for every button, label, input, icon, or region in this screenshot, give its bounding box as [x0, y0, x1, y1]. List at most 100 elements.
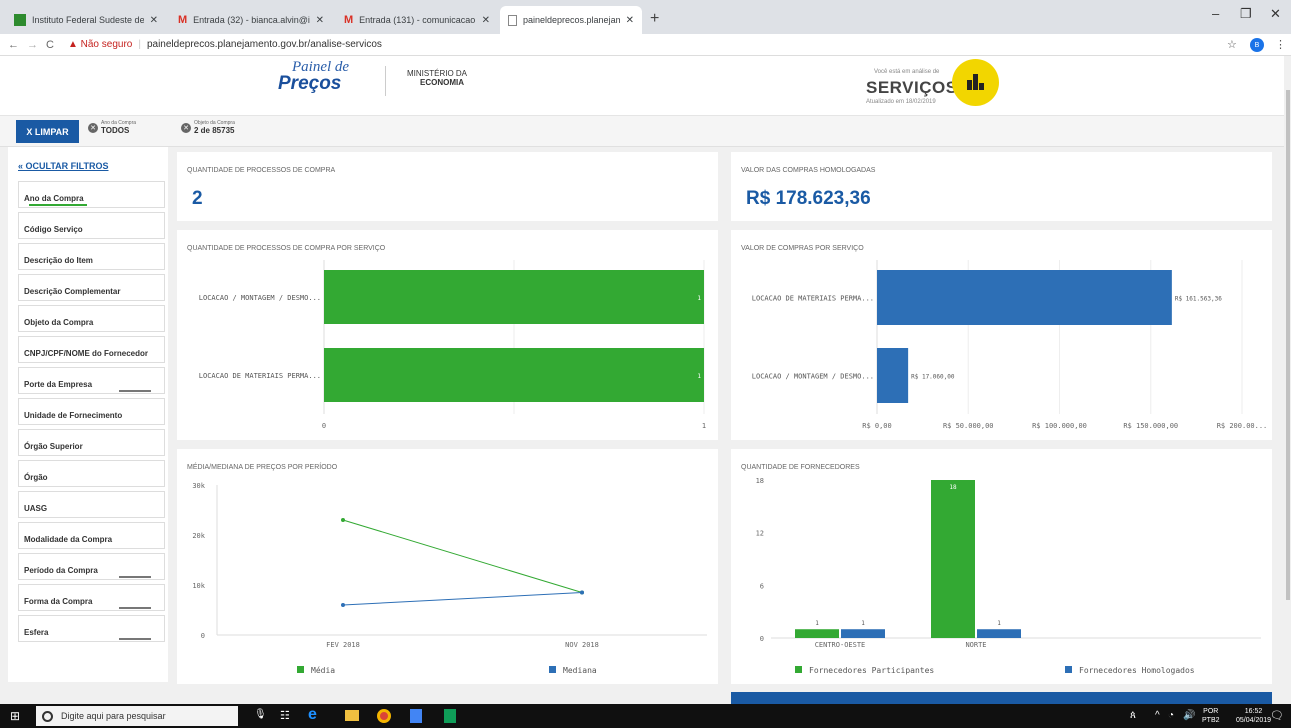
- filter-item[interactable]: Forma da Compra: [18, 584, 165, 611]
- back-arrow-icon[interactable]: ←: [8, 39, 19, 51]
- filter-item[interactable]: Esfera: [18, 615, 165, 642]
- updated-date: Atualizado em 18/02/2019: [866, 99, 936, 105]
- kpi-card-valor: VALOR DAS COMPRAS HOMOLOGADAS R$ 178.623…: [731, 152, 1272, 221]
- data-label: 1: [815, 620, 819, 627]
- security-label: Não seguro: [80, 39, 133, 50]
- services-caption: Você está em análise de: [874, 69, 940, 75]
- reload-icon[interactable]: C: [46, 39, 54, 51]
- filter-item[interactable]: Objeto da Compra: [18, 305, 165, 332]
- menu-dots-icon[interactable]: ⋮: [1275, 38, 1286, 51]
- new-tab-button[interactable]: +: [650, 10, 659, 28]
- mic-icon[interactable]: 🎙: [254, 709, 267, 720]
- browser-tab[interactable]: Instituto Federal Sudeste de Min ✕: [6, 6, 166, 34]
- bookmark-star-icon[interactable]: ☆: [1227, 38, 1237, 51]
- browser-tab[interactable]: M Entrada (32) - bianca.alvin@ifsud ✕: [170, 6, 332, 34]
- task-view-icon[interactable]: ☷: [280, 709, 290, 722]
- filter-item[interactable]: Descrição do Item: [18, 243, 165, 270]
- network-icon[interactable]: ◔: [1168, 710, 1174, 721]
- close-tab-icon[interactable]: ✕: [626, 15, 634, 26]
- data-label: 1: [997, 620, 1001, 627]
- filter-item[interactable]: Código Serviço: [18, 212, 165, 239]
- filter-item[interactable]: Modalidade da Compra: [18, 522, 165, 549]
- browser-tab[interactable]: M Entrada (131) - comunicacao.bar ✕: [336, 6, 498, 34]
- docs-icon[interactable]: [410, 709, 422, 723]
- close-tab-icon[interactable]: ✕: [482, 15, 490, 26]
- header-divider: [385, 66, 386, 96]
- filter-item-label: Descrição Complementar: [24, 287, 121, 296]
- bar: [931, 480, 975, 638]
- category-label: LOCACAO / MONTAGEM / DESMO...: [199, 294, 321, 302]
- notifications-icon[interactable]: 🗨: [1270, 709, 1284, 722]
- x-tick-label: R$ 100.000,00: [1032, 422, 1087, 430]
- filter-item[interactable]: Porte da Empresa: [18, 367, 165, 394]
- filter-item[interactable]: Período da Compra: [18, 553, 165, 580]
- maximize-window-icon[interactable]: ❐: [1240, 6, 1252, 22]
- y-tick-label: 12: [756, 530, 764, 538]
- people-icon[interactable]: ጰ: [1130, 710, 1136, 721]
- filter-item[interactable]: UASG: [18, 491, 165, 518]
- data-point: [341, 518, 345, 522]
- url-field[interactable]: paineldeprecos.planejamento.gov.br/anali…: [147, 39, 382, 50]
- close-tab-icon[interactable]: ✕: [150, 15, 158, 26]
- browser-tab-active[interactable]: paineldeprecos.planejamento.go ✕: [500, 6, 642, 34]
- filter-item[interactable]: Unidade de Fornecimento: [18, 398, 165, 425]
- filter-chip-objeto[interactable]: ✕ Objeto da Compra 2 de 85735: [181, 120, 235, 135]
- legend-label: Mediana: [563, 666, 597, 675]
- chart-title: MÉDIA/MEDIANA DE PREÇOS POR PERÍODO: [187, 464, 338, 471]
- y-tick-label: 0: [201, 632, 205, 640]
- filter-chip-ano[interactable]: ✕ Ano da Compra TODOS: [88, 120, 136, 135]
- sheets-icon[interactable]: [444, 709, 456, 723]
- scrollbar-thumb[interactable]: [1286, 90, 1290, 600]
- clear-filters-button[interactable]: X LIMPAR: [16, 120, 79, 143]
- legend-label: Média: [311, 665, 335, 675]
- legend-label: Fornecedores Participantes: [809, 666, 934, 675]
- tray-chevron-icon[interactable]: ^: [1155, 710, 1160, 721]
- logo-line2[interactable]: Preços: [278, 73, 341, 95]
- chart-valor-servico: LOCACAO DE MATERIAIS PERMA... R$ 161.563,…: [752, 260, 1267, 430]
- windows-start-icon[interactable]: ⊞: [10, 709, 24, 723]
- x-tick-label: R$ 50.000,00: [943, 422, 994, 430]
- filter-item[interactable]: Órgão: [18, 460, 165, 487]
- filter-item[interactable]: Descrição Complementar: [18, 274, 165, 301]
- series-line: [342, 519, 583, 593]
- filter-item-label: Ano da Compra: [24, 194, 84, 203]
- forward-arrow-icon[interactable]: →: [27, 39, 38, 51]
- taskbar-search[interactable]: Digite aqui para pesquisar: [36, 706, 238, 726]
- chrome-icon[interactable]: [377, 709, 391, 723]
- chart-fornecedores: 0 6 12 18 1 1 CENTRO-OESTE 18 1 NORTE Fornecedores…: [756, 477, 1261, 675]
- filter-item-label: Porte da Empresa: [24, 380, 93, 389]
- filter-item-underline: [29, 204, 87, 206]
- filter-item-label: Modalidade da Compra: [24, 535, 113, 544]
- close-window-icon[interactable]: ✕: [1270, 6, 1281, 22]
- minimize-window-icon[interactable]: –: [1212, 6, 1219, 21]
- security-warning[interactable]: ▲ Não seguro: [68, 39, 132, 50]
- chart-title: QUANTIDADE DE FORNECEDORES: [741, 464, 860, 471]
- filter-item-label: Unidade de Fornecimento: [24, 411, 123, 420]
- search-placeholder: Digite aqui para pesquisar: [61, 711, 166, 721]
- close-tab-icon[interactable]: ✕: [316, 15, 324, 26]
- bar: [877, 348, 909, 403]
- file-explorer-icon[interactable]: [345, 710, 359, 721]
- page-favicon-icon: [508, 14, 517, 26]
- language-indicator[interactable]: POR PTB2: [1202, 707, 1220, 725]
- filter-item[interactable]: Órgão Superior: [18, 429, 165, 456]
- filter-item-underline: [119, 576, 151, 578]
- x-tick-label: FEV 2018: [326, 641, 360, 649]
- hide-filters-link[interactable]: « OCULTAR FILTROS: [18, 161, 109, 171]
- bar: [977, 629, 1021, 638]
- edge-icon[interactable]: e: [308, 706, 317, 724]
- x-tick-label: NORTE: [965, 641, 986, 649]
- filter-item[interactable]: CNPJ/CPF/NOME do Fornecedor: [18, 336, 165, 363]
- remove-filter-icon[interactable]: ✕: [181, 122, 191, 133]
- filter-item-underline: [119, 390, 151, 392]
- ministry-line2: ECONOMIA: [420, 78, 464, 87]
- volume-icon[interactable]: 🔊: [1183, 710, 1195, 721]
- profile-avatar[interactable]: B: [1250, 38, 1264, 52]
- category-label: LOCACAO / MONTAGEM / DESMO...: [752, 373, 874, 381]
- clock[interactable]: 16:52 05/04/2019: [1236, 707, 1271, 725]
- windows-taskbar: ⊞ Digite aqui para pesquisar 🎙 ☷ e ጰ ^ ◔…: [0, 704, 1291, 728]
- filter-item[interactable]: Ano da Compra: [18, 181, 165, 208]
- y-tick-label: 10k: [192, 582, 205, 590]
- remove-filter-icon[interactable]: ✕: [88, 122, 98, 133]
- y-tick-label: 20k: [192, 532, 205, 540]
